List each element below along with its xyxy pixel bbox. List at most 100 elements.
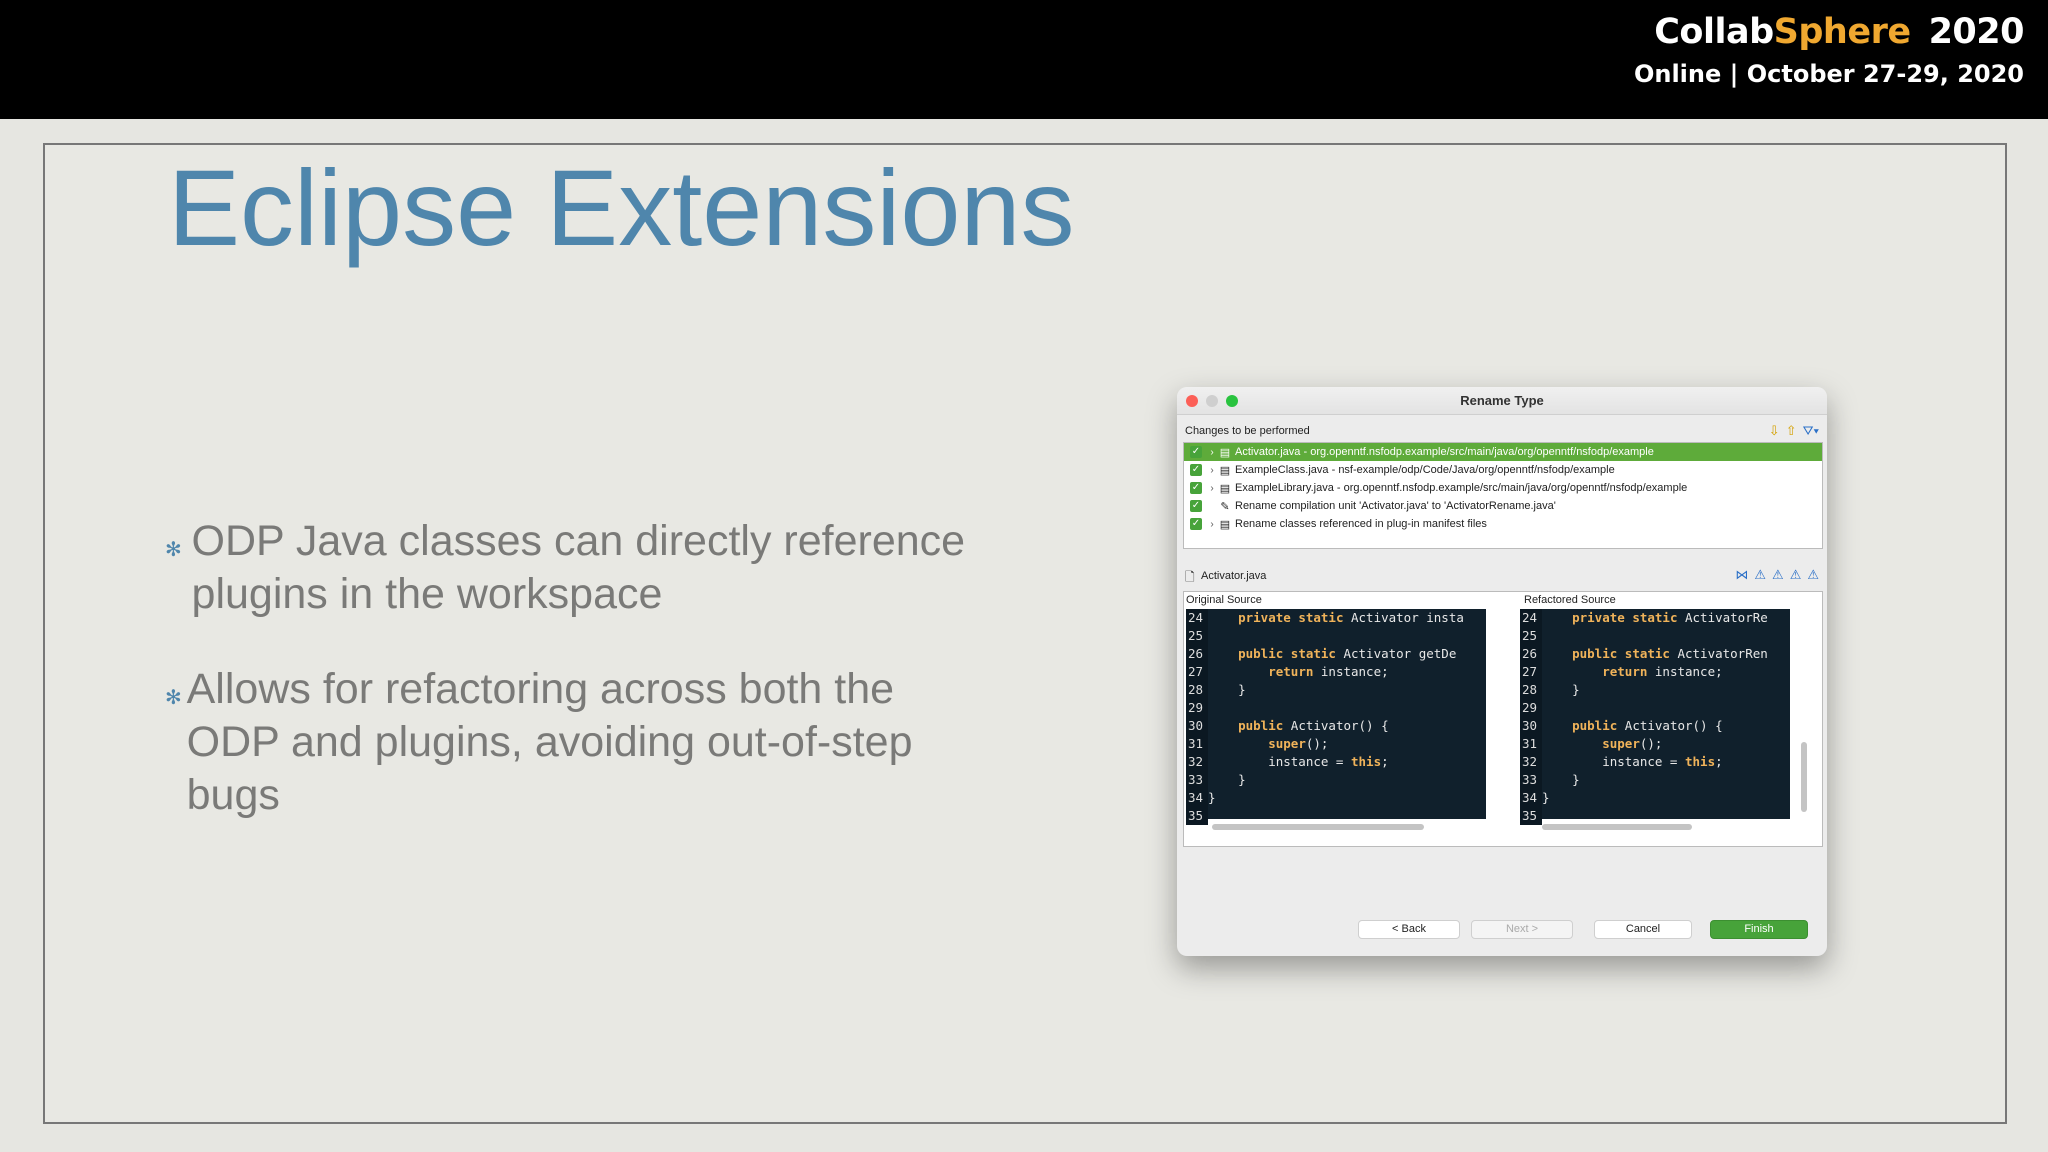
code-line: 32 instance = this;	[1520, 753, 1790, 771]
filter-icon[interactable]: ⛛▾	[1803, 423, 1819, 439]
brand-year: 2020	[1928, 12, 2025, 52]
java-file-icon: ▤	[1219, 446, 1231, 459]
chevron-right-icon[interactable]: ›	[1206, 519, 1218, 530]
line-number: 27	[1186, 663, 1208, 681]
refactored-source-pane[interactable]: 24 private static ActivatorRe 25 26 public…	[1520, 609, 1790, 825]
code-line: 24 private static Activator insta	[1186, 609, 1486, 627]
compare-file-name: Activator.java	[1201, 570, 1267, 582]
change-text: ExampleLibrary.java - org.openntf.nsfodp…	[1235, 482, 1688, 494]
code-line: 24 private static ActivatorRe	[1520, 609, 1790, 627]
code-line: 33 }	[1520, 771, 1790, 789]
line-number: 29	[1186, 699, 1208, 717]
code-keyword: super	[1268, 736, 1306, 751]
line-number: 32	[1520, 753, 1542, 771]
code-text: instance =	[1542, 754, 1685, 769]
code-text: instance;	[1313, 664, 1389, 679]
finish-button[interactable]: Finish	[1710, 920, 1808, 939]
code-text: ActivatorRen	[1669, 646, 1768, 661]
next-button[interactable]: Next >	[1471, 920, 1573, 939]
change-item[interactable]: ✓ ✎ Rename compilation unit 'Activator.j…	[1184, 497, 1822, 515]
bullet-text: Allows for refactoring across both the O…	[186, 665, 913, 819]
refactored-horizontal-scrollbar[interactable]	[1542, 824, 1692, 830]
line-number: 30	[1186, 717, 1208, 735]
bullet-list: ✻ ODP Java classes can directly referenc…	[165, 515, 985, 864]
code-text: }	[1542, 772, 1580, 787]
line-number: 25	[1186, 627, 1208, 645]
line-number: 34	[1520, 789, 1542, 807]
line-number: 31	[1186, 735, 1208, 753]
changes-tree: ✓ › ▤ Activator.java - org.openntf.nsfod…	[1183, 442, 1823, 549]
change-checkbox[interactable]: ✓	[1190, 482, 1202, 494]
line-number: 28	[1520, 681, 1542, 699]
vertical-scrollbar[interactable]	[1801, 742, 1807, 812]
original-source-pane[interactable]: 24 private static Activator insta 25 26 pu…	[1186, 609, 1486, 825]
previous-change-icon[interactable]: ⚠	[1807, 567, 1819, 583]
code-text: }	[1208, 682, 1246, 697]
change-checkbox[interactable]: ✓	[1190, 518, 1202, 530]
refactored-source-label: Refactored Source	[1524, 594, 1616, 606]
next-difference-icon[interactable]: ⚠	[1754, 567, 1766, 583]
code-line: 29	[1520, 699, 1790, 717]
change-text: ExampleClass.java - nsf-example/odp/Code…	[1235, 464, 1615, 476]
change-text: Rename classes referenced in plug-in man…	[1235, 518, 1487, 530]
change-item[interactable]: ✓ › ▤ ExampleLibrary.java - org.openntf.…	[1184, 479, 1822, 497]
code-text: instance =	[1208, 754, 1351, 769]
line-number: 35	[1520, 807, 1542, 825]
brand-logo: CollabSphere 2020 Online | October 27-29,…	[1633, 12, 2025, 88]
code-line: 30 public Activator() {	[1186, 717, 1486, 735]
back-button[interactable]: < Back	[1358, 920, 1460, 939]
code-keyword: return	[1268, 664, 1314, 679]
line-number: 33	[1186, 771, 1208, 789]
code-text: Activator getDe	[1335, 646, 1457, 661]
up-arrow-icon[interactable]: ⇧	[1786, 423, 1797, 439]
code-keyword: return	[1602, 664, 1648, 679]
chevron-right-icon[interactable]: ›	[1206, 447, 1218, 458]
line-number: 26	[1186, 645, 1208, 663]
code-line: 28 }	[1186, 681, 1486, 699]
change-item[interactable]: ✓ › ▤ Rename classes referenced in plug-…	[1184, 515, 1822, 533]
code-line: 32 instance = this;	[1186, 753, 1486, 771]
cancel-button[interactable]: Cancel	[1594, 920, 1692, 939]
chevron-right-icon[interactable]: ›	[1206, 483, 1218, 494]
code-keyword: public	[1572, 718, 1618, 733]
top-bar: CollabSphere 2020 Online | October 27-29,…	[0, 0, 2048, 119]
code-line: 33 }	[1186, 771, 1486, 789]
original-horizontal-scrollbar[interactable]	[1212, 824, 1424, 830]
code-line: 31 super ();	[1520, 735, 1790, 753]
code-keyword: public static	[1572, 646, 1670, 661]
bullet-icon: ✻	[165, 539, 182, 561]
original-source-label: Original Source	[1186, 594, 1262, 606]
code-keyword: public static	[1238, 646, 1336, 661]
bullet-text: ODP Java classes can directly reference …	[191, 517, 966, 618]
change-item[interactable]: ✓ › ▤ Activator.java - org.openntf.nsfod…	[1184, 443, 1822, 461]
chevron-right-icon[interactable]: ›	[1206, 465, 1218, 476]
code-text: Activator() {	[1283, 718, 1389, 733]
next-change-icon[interactable]: ⚠	[1790, 567, 1802, 583]
changes-header: Changes to be performed ⇩ ⇧ ⛛▾	[1183, 423, 1821, 439]
code-keyword: private static	[1572, 610, 1678, 625]
code-keyword: this	[1351, 754, 1382, 769]
change-checkbox[interactable]: ✓	[1190, 464, 1202, 476]
compare-icon[interactable]: ⋈	[1735, 567, 1748, 583]
line-number: 27	[1520, 663, 1542, 681]
previous-difference-icon[interactable]: ⚠	[1772, 567, 1784, 583]
change-checkbox[interactable]: ✓	[1190, 446, 1202, 458]
change-item[interactable]: ✓ › ▤ ExampleClass.java - nsf-example/od…	[1184, 461, 1822, 479]
code-text: Activator() {	[1617, 718, 1723, 733]
code-line: 35	[1520, 807, 1790, 825]
code-line: 27 return instance;	[1186, 663, 1486, 681]
code-text: ActivatorRe	[1677, 610, 1768, 625]
down-arrow-icon[interactable]: ⇩	[1769, 423, 1780, 439]
line-number: 29	[1520, 699, 1542, 717]
java-file-icon: 🗋	[1185, 570, 1195, 584]
event-line: Online | October 27-29, 2020	[1633, 60, 2024, 88]
change-checkbox[interactable]: ✓	[1190, 500, 1202, 512]
